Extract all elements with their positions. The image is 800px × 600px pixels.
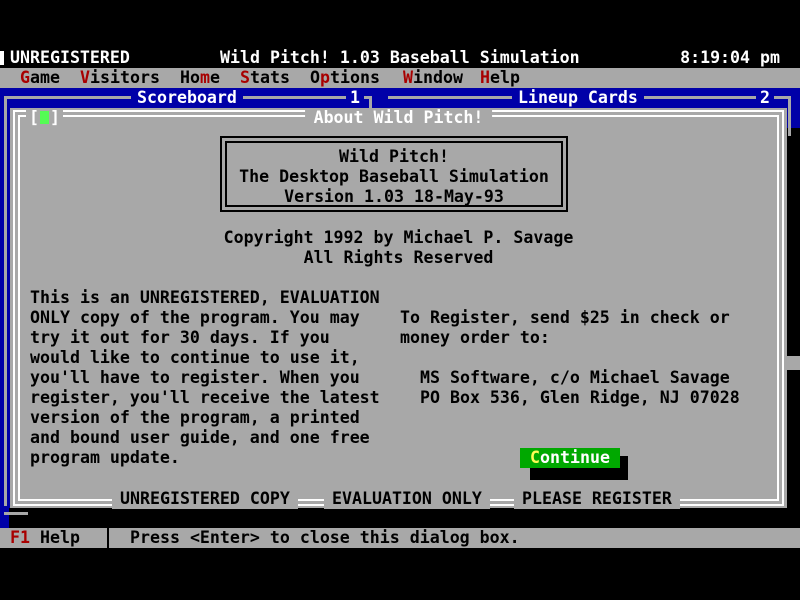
close-button[interactable]: [] [26,108,63,128]
scoreboard-window-bottom-border [4,512,28,515]
about-dialog: [] About Wild Pitch! Wild Pitch! The Des… [10,108,787,508]
continue-button[interactable]: Continue [520,448,620,468]
lineup-window-fragment [787,356,800,370]
menu-item-game[interactable]: Game [20,68,60,88]
copyright-line: Copyright 1992 by Michael P. Savage [10,228,787,248]
app-title: Wild Pitch! 1.03 Baseball Simulation [220,48,580,68]
menu-bar: Game Visitors Home Stats Options Window … [0,68,800,88]
menu-item-options[interactable]: Options [310,68,380,88]
lineup-window-number: 2 [756,88,774,108]
body-line: and bound user guide, and one free [30,428,370,448]
f1-key[interactable]: F1 [10,528,30,548]
dialog-shadow-right [787,128,800,528]
body-line: This is an UNREGISTERED, EVALUATION [30,288,380,308]
rights-line: All Rights Reserved [10,248,787,268]
title-bar: UNREGISTERED Wild Pitch! 1.03 Baseball S… [0,48,800,68]
body-line: program update. [30,448,180,468]
menu-item-stats[interactable]: Stats [240,68,290,88]
dialog-shadow-bottom [9,508,800,528]
registration-status: UNREGISTERED [10,48,130,68]
footer-badge-register: PLEASE REGISTER [514,489,680,509]
body-line: version of the program, a printed [30,408,360,428]
lineup-window-right-border [788,96,791,136]
product-name: Wild Pitch! [227,147,561,167]
about-info-box: Wild Pitch! The Desktop Baseball Simulat… [220,136,568,212]
register-address-line: MS Software, c/o Michael Savage [420,368,730,388]
body-line: register, you'll receive the latest [30,388,380,408]
dos-screen: UNREGISTERED Wild Pitch! 1.03 Baseball S… [0,0,800,600]
dialog-title: About Wild Pitch! [305,108,493,128]
register-address-line: PO Box 536, Glen Ridge, NJ 07028 [420,388,740,408]
body-line: would like to continue to use it, [30,348,360,368]
scoreboard-window-left-border [4,96,7,506]
scoreboard-window-number: 1 [346,88,364,108]
product-tagline: The Desktop Baseball Simulation [227,167,561,187]
close-icon [40,111,49,124]
footer-badge-unregistered: UNREGISTERED COPY [112,489,298,509]
menu-item-help[interactable]: Help [480,68,520,88]
menu-item-visitors[interactable]: Visitors [80,68,160,88]
clock: 8:19:04 pm [680,48,780,68]
body-line: you'll have to register. When you [30,368,360,388]
f1-help-label[interactable]: Help [40,528,80,548]
register-instruction-line: To Register, send $25 in check or [400,308,730,328]
menu-item-window[interactable]: Window [403,68,463,88]
status-message: Press <Enter> to close this dialog box. [130,528,520,548]
lineup-window-title[interactable]: Lineup Cards [512,88,644,108]
status-separator [107,528,109,548]
status-bar: F1 Help Press <Enter> to close this dial… [0,528,800,548]
product-version: Version 1.03 18-May-93 [227,187,561,207]
cursor-stub [0,51,4,65]
footer-badge-evaluation: EVALUATION ONLY [324,489,490,509]
body-line: try it out for 30 days. If you [30,328,330,348]
menu-item-home[interactable]: Home [180,68,220,88]
register-instruction-line: money order to: [400,328,550,348]
scoreboard-window-title[interactable]: Scoreboard [131,88,243,108]
body-line: ONLY copy of the program. You may [30,308,360,328]
